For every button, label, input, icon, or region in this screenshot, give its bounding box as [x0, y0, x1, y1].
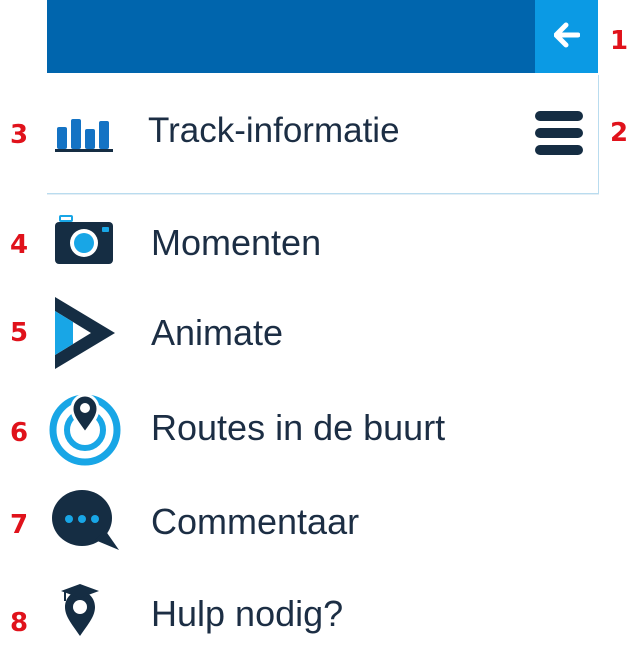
- menu-item-momenten[interactable]: Momenten: [47, 203, 598, 283]
- bar-chart-icon: [55, 115, 115, 158]
- menu-item-label: Momenten: [151, 222, 322, 263]
- top-bar: [47, 0, 598, 73]
- menu-item-commentaar[interactable]: Commentaar: [47, 482, 598, 562]
- graduation-pin-icon: [47, 574, 127, 648]
- hamburger-menu-button[interactable]: [535, 111, 583, 155]
- annotation-5: 5: [10, 318, 29, 348]
- hamburger-line: [535, 145, 583, 155]
- annotation-2: 2: [610, 118, 629, 148]
- app-sidebar: 1 2 3 4 5 6 7 8 Track-informatie Momente…: [0, 0, 635, 648]
- menu-item-hulp-nodig[interactable]: Hulp nodig?: [47, 574, 598, 648]
- hamburger-line: [535, 111, 583, 121]
- annotation-6: 6: [10, 418, 29, 448]
- annotation-7: 7: [10, 510, 29, 540]
- arrow-left-icon: [554, 22, 580, 48]
- annotation-4: 4: [10, 230, 29, 260]
- location-radar-icon: [47, 388, 127, 468]
- play-icon: [47, 293, 127, 373]
- menu-item-label: Animate: [151, 312, 284, 353]
- annotation-3: 3: [10, 120, 29, 150]
- panel-title: Track-informatie: [148, 111, 400, 150]
- annotation-1: 1: [610, 26, 629, 56]
- hamburger-line: [535, 128, 583, 138]
- menu-item-label: Hulp nodig?: [151, 593, 344, 634]
- annotation-8: 8: [10, 608, 29, 638]
- menu-item-routes-in-de-buurt[interactable]: Routes in de buurt: [47, 388, 598, 468]
- chat-bubble-icon: [47, 482, 127, 562]
- track-info-panel: Track-informatie: [47, 75, 599, 194]
- menu-item-label: Routes in de buurt: [151, 407, 446, 448]
- menu-item-label: Commentaar: [151, 501, 360, 542]
- menu-item-animate[interactable]: Animate: [47, 293, 598, 373]
- camera-icon: [47, 203, 127, 283]
- back-button[interactable]: [535, 0, 598, 73]
